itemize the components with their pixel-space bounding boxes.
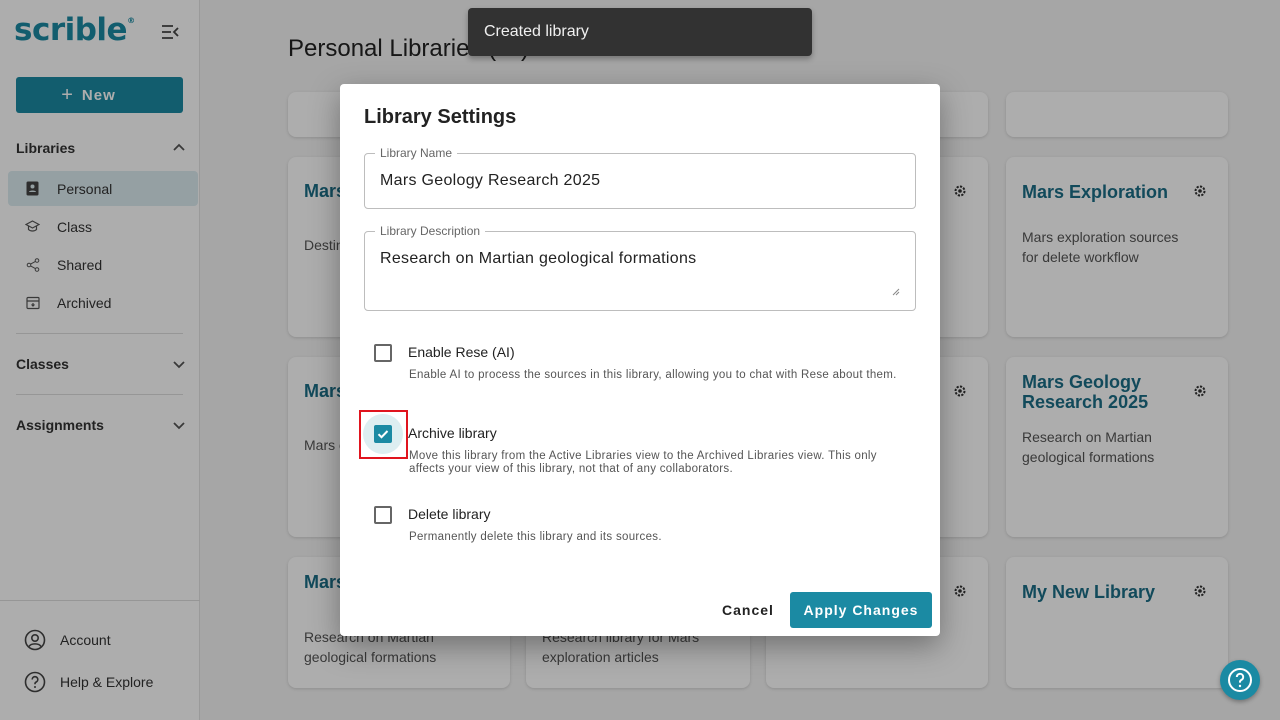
- enable-rese-checkbox[interactable]: [374, 344, 392, 362]
- library-description-input[interactable]: Research on Martian geological formation…: [380, 250, 696, 268]
- delete-library-checkbox[interactable]: [374, 506, 392, 524]
- apply-changes-button[interactable]: Apply Changes: [790, 592, 932, 628]
- library-description-field[interactable]: Library Description Research on Martian …: [364, 224, 916, 311]
- cancel-button[interactable]: Cancel: [712, 594, 784, 626]
- resize-grip-icon[interactable]: [892, 288, 900, 296]
- snackbar-text: Created library: [484, 23, 589, 40]
- library-name-label: Library Name: [375, 146, 458, 160]
- snackbar-notification: Created library: [468, 8, 812, 56]
- archive-library-description: Move this library from the Active Librar…: [409, 450, 877, 475]
- delete-library-label: Delete library: [408, 506, 491, 522]
- archive-library-label: Archive library: [408, 425, 497, 441]
- help-circle-icon: [1228, 668, 1252, 692]
- library-settings-dialog: Library Settings Library Name Mars Geolo…: [340, 84, 940, 636]
- dialog-title: Library Settings: [364, 106, 517, 128]
- help-button[interactable]: [1220, 660, 1260, 700]
- enable-rese-description: Enable AI to process the sources in this…: [409, 369, 897, 381]
- library-name-field[interactable]: Library Name Mars Geology Research 2025: [364, 146, 916, 209]
- annotation-highlight-box: [359, 410, 408, 459]
- library-description-label: Library Description: [375, 224, 486, 238]
- library-name-input[interactable]: Mars Geology Research 2025: [380, 172, 600, 190]
- enable-rese-label: Enable Rese (AI): [408, 344, 515, 360]
- delete-library-description: Permanently delete this library and its …: [409, 531, 662, 543]
